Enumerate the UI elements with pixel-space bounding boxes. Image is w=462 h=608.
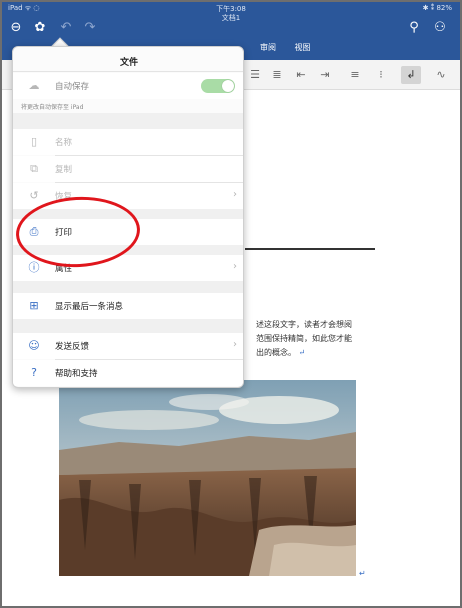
- cloud-save-icon: ☁: [28, 79, 40, 92]
- group-spacer: [13, 319, 243, 333]
- document-icon: ▯: [30, 135, 38, 148]
- tab-view[interactable]: 视图: [295, 43, 311, 52]
- autosave-label: 自动保存: [55, 82, 90, 92]
- menu-item-label: 显示最后一条消息: [55, 302, 124, 312]
- file-menu-icon[interactable]: ✿: [32, 20, 48, 36]
- tab-review[interactable]: 审阅: [260, 43, 276, 52]
- menu-item-label: 发送反馈: [55, 342, 90, 352]
- search-icon[interactable]: ⚲: [406, 20, 422, 36]
- menu-item-help[interactable]: ? 帮助和支持: [13, 360, 243, 386]
- autosave-toggle[interactable]: [201, 79, 235, 93]
- status-battery: ✱ ⁑ 82%: [422, 4, 452, 12]
- group-spacer: [13, 281, 243, 293]
- menu-item-last-message[interactable]: ⊞ 显示最后一条消息: [13, 293, 243, 319]
- end-paragraph-mark: ↵: [359, 569, 366, 578]
- autosave-row: ☁ 自动保存: [13, 73, 243, 99]
- menu-item-rename[interactable]: ▯ 名称: [13, 129, 243, 155]
- document-paragraph[interactable]: 述这段文字，读者才会想阅 范围保持精简，如此您才能 出的概念。 ↵: [256, 318, 386, 360]
- menu-item-label: 帮助和支持: [55, 369, 98, 379]
- align-icon[interactable]: ≡: [348, 68, 362, 81]
- restore-icon: ↺: [29, 189, 39, 202]
- paragraph-line: 出的概念。 ↵: [256, 348, 306, 357]
- toggle-knob: [222, 80, 234, 92]
- info-icon: ⓘ: [28, 261, 40, 274]
- chevron-right-icon: ›: [233, 339, 237, 350]
- last-message-icon: ⊞: [29, 299, 39, 312]
- autosave-note: 将更改自动保存至 iPad: [21, 104, 84, 111]
- menu-item-duplicate[interactable]: ⧉ 复制: [13, 156, 243, 182]
- paragraph-line: 范围保持精简，如此您才能: [256, 334, 352, 343]
- chevron-right-icon: ›: [233, 189, 237, 200]
- divider: [13, 71, 243, 72]
- file-menu-title: 文件: [119, 58, 138, 68]
- help-icon: ?: [31, 366, 37, 379]
- ribbon-tabs: 审阅 视图: [260, 42, 327, 53]
- paragraph-line: 述这段文字，读者才会想阅: [256, 320, 352, 329]
- bullets-icon[interactable]: ☰: [248, 68, 262, 81]
- chevron-right-icon: ›: [233, 261, 237, 272]
- heading-rule: [245, 248, 375, 250]
- decrease-indent-icon[interactable]: ⇤: [294, 68, 308, 81]
- group-spacer: [13, 113, 243, 129]
- paragraph-mark: ↵: [298, 348, 306, 357]
- increase-indent-icon[interactable]: ⇥: [318, 68, 332, 81]
- feedback-icon: ☺: [28, 339, 40, 352]
- ipad-screen: iPad ᯤ ◌ 下午3:08 ✱ ⁑ 82% 文档1 ⊖ ✿ ↶ ↷ ⚲ ⚇ …: [0, 0, 462, 608]
- canyon-photo[interactable]: [59, 380, 356, 576]
- copy-icon: ⧉: [30, 162, 38, 175]
- styles-icon[interactable]: ∿: [434, 68, 448, 81]
- undo-icon[interactable]: ↶: [58, 20, 74, 36]
- redo-icon[interactable]: ↷: [82, 20, 98, 36]
- line-spacing-icon[interactable]: ⁝: [374, 68, 388, 81]
- menu-item-label: 复制: [55, 165, 73, 175]
- numbering-icon[interactable]: ≣: [270, 68, 284, 81]
- show-marks-icon[interactable]: ↲: [404, 68, 418, 81]
- back-icon[interactable]: ⊖: [8, 20, 24, 36]
- menu-item-feedback[interactable]: ☺ 发送反馈 ›: [13, 333, 243, 359]
- share-user-icon[interactable]: ⚇: [432, 20, 448, 36]
- menu-item-label: 名称: [55, 138, 73, 148]
